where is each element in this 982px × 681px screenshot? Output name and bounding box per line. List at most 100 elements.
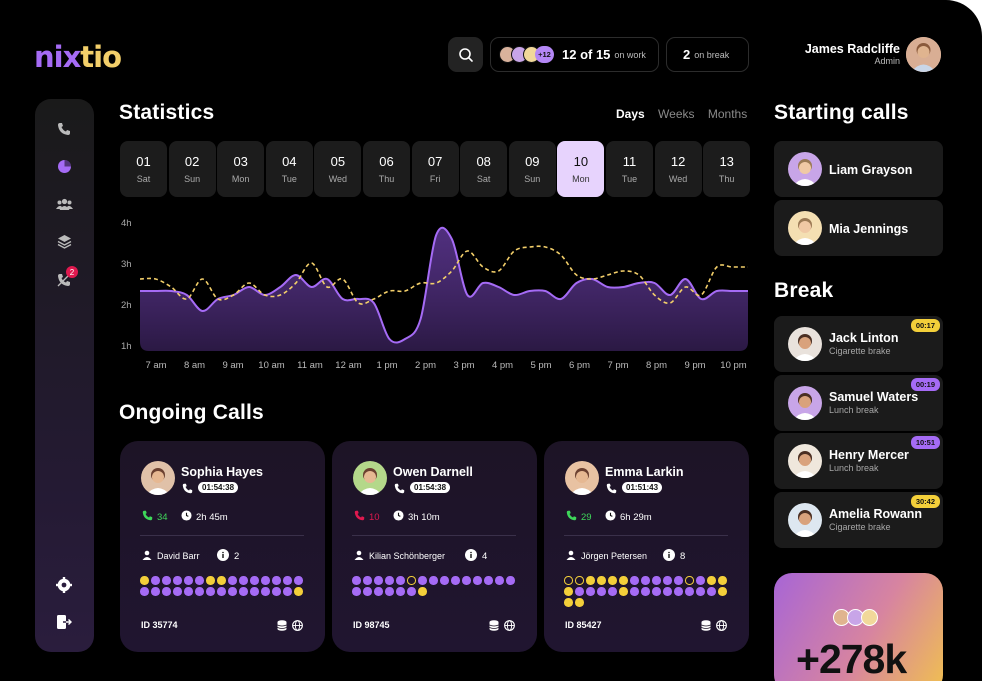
layers-icon[interactable]	[53, 230, 75, 252]
day-12[interactable]: 12 Wed	[654, 141, 702, 197]
info: 2	[217, 549, 239, 564]
day-08[interactable]: 08 Sat	[460, 141, 508, 197]
x-tick-label: 2 pm	[414, 360, 437, 371]
info-icon[interactable]	[217, 549, 229, 564]
agent: Jörgen Petersen	[566, 550, 647, 562]
phone-icon[interactable]	[53, 118, 75, 140]
activity-dot	[272, 587, 281, 596]
calls-count: 29	[566, 510, 592, 524]
activity-dot	[151, 576, 160, 585]
clock-icon	[605, 510, 616, 524]
pie-chart-icon[interactable]	[53, 155, 75, 177]
call-actions	[277, 618, 303, 636]
break-reason: Lunch break	[829, 463, 879, 473]
activity-dot	[239, 587, 248, 596]
activity-dot	[418, 587, 427, 596]
break-timer: 00:17	[910, 319, 940, 332]
activity-dot	[597, 587, 606, 596]
activity-dot	[184, 576, 193, 585]
call-card[interactable]: Owen Darnell 01:54:38 10 3h 10m Kilian Schön…	[332, 441, 537, 652]
starting-call-item[interactable]: Liam Grayson	[774, 141, 943, 197]
database-icon[interactable]	[701, 618, 711, 636]
promo-avatars	[833, 609, 878, 626]
calls-count-value: 29	[581, 511, 592, 523]
user-icon	[142, 550, 152, 562]
x-tick-label: 1 pm	[376, 360, 398, 371]
info-count: 4	[482, 551, 488, 562]
day-02[interactable]: 02 Sun	[168, 141, 216, 197]
tab-months[interactable]: Months	[708, 107, 747, 121]
activity-dot	[261, 587, 270, 596]
activity-dot	[195, 587, 204, 596]
starting-call-item[interactable]: Mia Jennings	[774, 200, 943, 256]
x-tick-label: 6 pm	[568, 360, 591, 371]
globe-icon[interactable]	[504, 618, 515, 636]
activity-dot	[283, 576, 292, 585]
globe-icon[interactable]	[292, 618, 303, 636]
break-item[interactable]: Samuel Waters Lunch break 00:19	[774, 374, 943, 431]
day-13[interactable]: 13 Thu	[703, 141, 751, 197]
activity-dot	[396, 576, 405, 585]
activity-dot	[564, 598, 573, 607]
call-card[interactable]: Sophia Hayes 01:54:38 34 2h 45m David Barr 2 I…	[120, 441, 325, 652]
info-icon[interactable]	[663, 549, 675, 564]
database-icon[interactable]	[489, 618, 499, 636]
day-11[interactable]: 11 Tue	[606, 141, 653, 197]
activity-dot	[195, 576, 204, 585]
avatar	[788, 152, 822, 186]
activity-dot	[663, 587, 672, 596]
search-button[interactable]	[448, 37, 483, 72]
day-04[interactable]: 04 Tue	[265, 141, 313, 197]
day-06[interactable]: 06 Thu	[363, 141, 410, 197]
area-fill-series-1	[140, 227, 748, 351]
info-icon[interactable]	[465, 549, 477, 564]
call-card[interactable]: Emma Larkin 01:51:43 29 6h 29m Jörgen Peters…	[544, 441, 749, 652]
activity-dot	[674, 587, 683, 596]
user-name: James Radcliffe	[804, 42, 900, 56]
activity-dot	[462, 576, 471, 585]
break-item[interactable]: Amelia Rowann Cigarette brake 30:42	[774, 491, 943, 548]
activity-dot	[352, 587, 361, 596]
day-weekday: Sun	[524, 174, 541, 184]
day-07[interactable]: 07 Fri	[411, 141, 459, 197]
activity-dot	[374, 576, 383, 585]
break-timer: 30:42	[910, 494, 940, 508]
caller-name: Sophia Hayes	[181, 465, 263, 479]
activity-dot	[239, 576, 248, 585]
phone-icon	[606, 481, 617, 499]
settings-icon[interactable]	[53, 574, 75, 596]
day-05[interactable]: 05 Wed	[314, 141, 362, 197]
break-timer: 00:19	[910, 377, 940, 391]
break-item[interactable]: Henry Mercer Lunch break 10:51	[774, 433, 943, 489]
x-tick-label: 8 am	[183, 360, 206, 371]
day-10[interactable]: 10 Mon	[557, 141, 605, 197]
day-09[interactable]: 09 Sun	[508, 141, 556, 197]
avatar	[788, 327, 822, 361]
globe-icon[interactable]	[716, 618, 727, 636]
tab-days[interactable]: Days	[616, 107, 645, 121]
activity-dot	[564, 576, 573, 585]
activity-dot	[385, 576, 394, 585]
activity-dot	[641, 576, 650, 585]
promo-card[interactable]: +278k	[774, 573, 943, 681]
break-item[interactable]: Jack Linton Cigarette brake 00:17	[774, 316, 943, 372]
day-03[interactable]: 03 Mon	[217, 141, 265, 197]
break-reason: Cigarette brake	[829, 521, 891, 532]
activity-dot	[407, 576, 416, 585]
logout-icon[interactable]	[53, 611, 75, 633]
avatar	[788, 211, 822, 245]
day-number: 08	[476, 154, 491, 169]
starting-calls-title: Starting calls	[774, 101, 909, 124]
day-number: 06	[379, 154, 394, 169]
period-tabs: Days Weeks Months	[616, 107, 757, 121]
day-01[interactable]: 01 Sat	[120, 141, 167, 197]
caller-name: Owen Darnell	[393, 465, 473, 479]
user-avatar[interactable]	[906, 37, 941, 72]
on-break-pill[interactable]: 2 on break	[666, 37, 749, 72]
tab-weeks[interactable]: Weeks	[658, 107, 694, 121]
database-icon[interactable]	[277, 618, 287, 636]
caller-name: Emma Larkin	[605, 465, 684, 479]
team-icon[interactable]	[53, 193, 75, 215]
day-number: 09	[525, 154, 540, 169]
on-work-pill[interactable]: +12 12 of 15 on work	[490, 37, 659, 72]
